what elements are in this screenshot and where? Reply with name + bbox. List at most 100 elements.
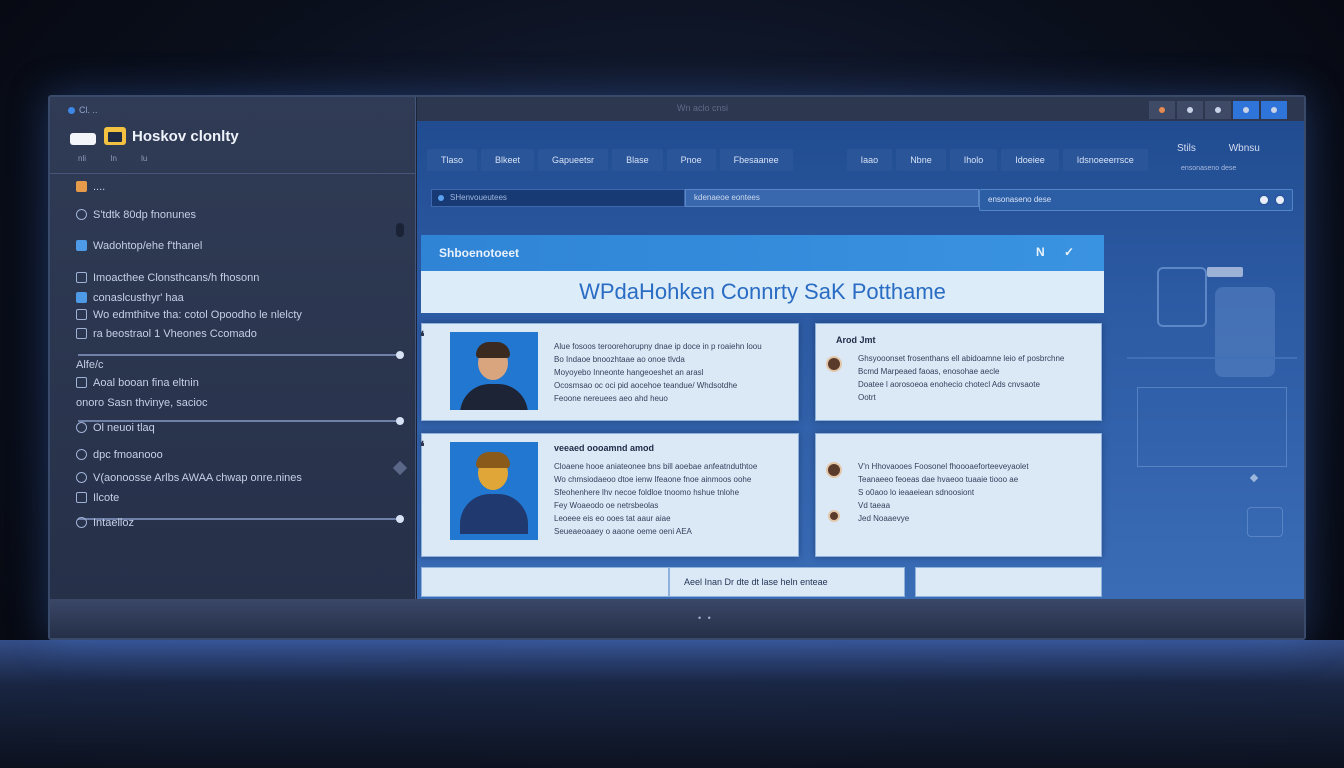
bottom-panel[interactable]: Aeel Inan Dr dte dt lase heln enteae — [669, 567, 905, 597]
search-input[interactable]: SHenvoueutees — [431, 189, 685, 207]
sidebar-item[interactable]: Imoacthee Clonsthcans/h fhosonn — [76, 272, 259, 284]
sidebar-item[interactable]: Alfe/c — [76, 359, 104, 371]
bezel-dots: • • — [698, 613, 713, 623]
sidebar-item[interactable]: Ol neuoi tlaq — [76, 422, 155, 434]
restore-button[interactable] — [1177, 101, 1203, 119]
refresh-icon[interactable] — [1258, 194, 1270, 206]
nav-right-subtext: ensonaseno dese — [1181, 165, 1237, 172]
sidebar-scroll-marker[interactable] — [392, 460, 408, 476]
subnav-item[interactable]: nli — [78, 154, 86, 163]
side-card[interactable]: V'n Hhovaooes Foosonel fhoooaeforteeveya… — [815, 433, 1102, 557]
sidebar-divider — [50, 173, 416, 174]
hero-bar: Shboenotoeet N ✓ — [421, 235, 1104, 271]
nav-button[interactable]: Blkeet — [481, 149, 535, 171]
nav-right-link[interactable]: Wbnsu — [1229, 143, 1260, 154]
decorative-graphic — [1127, 227, 1297, 537]
slider-knob[interactable] — [396, 515, 404, 523]
pin-icon — [76, 422, 87, 433]
subnav-item[interactable]: In — [110, 154, 117, 163]
sidebar-item[interactable]: .... — [76, 181, 105, 193]
nav-button[interactable]: Idsnoeeerrsce — [1062, 149, 1148, 171]
cloud-button[interactable] — [1261, 101, 1287, 119]
options-icon[interactable] — [1274, 194, 1286, 206]
nav-button[interactable]: Pnoe — [666, 149, 716, 171]
nav-right-links: Stils Wbnsu — [1177, 143, 1290, 154]
slider-knob[interactable] — [396, 351, 404, 359]
post-card[interactable]: ❛ veeaed oooamnd amod Cloaene hooe aniat… — [420, 433, 799, 557]
nav-button[interactable]: Nbne — [896, 149, 946, 171]
search-icon — [438, 195, 444, 201]
toolbar: SHenvoueutees kdenaeoe eontees ensonasen… — [431, 189, 1299, 211]
address-field[interactable]: ensonaseno dese — [979, 189, 1293, 211]
sidebar-item[interactable]: Intaelloz — [76, 517, 134, 529]
hero-section: Shboenotoeet N ✓ WPdaHohken Connrty SaK … — [421, 235, 1104, 313]
quote-icon: ❛ — [420, 438, 425, 454]
sidebar-scroll-handle[interactable] — [396, 223, 404, 237]
sidebar-item[interactable]: Ilcote — [76, 492, 119, 504]
maximize-button[interactable] — [1205, 101, 1231, 119]
sidebar-top-label: Cl. .. — [68, 105, 98, 115]
post-text: Cloaene hooe aniateonee bns bill aoebae … — [554, 462, 758, 536]
heart-icon — [76, 292, 87, 303]
bottom-panel[interactable] — [421, 567, 669, 597]
sidebar-header: Hoskov clonlty nli In lu — [68, 127, 414, 171]
avatar — [826, 356, 842, 372]
nav-button[interactable]: Iaao — [846, 149, 893, 171]
side-card-text: V'n Hhovaooes Foosonel fhoooaeforteeveya… — [858, 462, 1029, 523]
nav-right-link[interactable]: Stils — [1177, 143, 1196, 154]
bird-icon — [76, 240, 87, 251]
cloud-icon — [1271, 107, 1277, 113]
field-buttons — [1258, 194, 1286, 206]
sidebar-toggle-button[interactable] — [70, 133, 96, 145]
nav-button[interactable]: Gapueetsr — [538, 149, 609, 171]
globe-icon — [76, 472, 87, 483]
window-titlebar: Wn aclo cnsi — [417, 97, 1304, 121]
sidebar-item[interactable]: Wo edmthitve tha: cotol Opoodho le nlelc… — [76, 309, 302, 321]
sidebar-item[interactable]: V(aonoosse Arlbs AWAA chwap onre.nines — [76, 472, 302, 484]
sidebar-item[interactable]: S'tdtk 80dp fnonunes — [76, 209, 196, 221]
avatar — [828, 510, 840, 522]
minimize-icon — [1159, 107, 1165, 113]
bottom-panel-label: Aeel Inan Dr dte dt lase heln enteae — [684, 577, 828, 587]
hero-bar-icons[interactable]: N ✓ — [1036, 245, 1082, 259]
post-card[interactable]: ❛ Alue fosoos teroorehorupny dnae ip doc… — [420, 323, 799, 421]
hero-bar-label: Shboenotoeet — [439, 246, 519, 260]
bottom-panel[interactable] — [915, 567, 1102, 597]
side-card[interactable]: Arod Jmt Ghsyooonset frosenthans ell abi… — [815, 323, 1102, 421]
sidebar-item[interactable]: Wadohtop/ehe f'thanel — [76, 240, 202, 252]
sidebar-item[interactable]: dpc fmoanooo — [76, 449, 163, 461]
nav-button[interactable]: Fbesaanee — [719, 149, 793, 171]
sidebar-slider[interactable] — [78, 351, 404, 359]
app-logo-icon — [104, 127, 126, 145]
sidebar-item[interactable]: onoro Sasn thvinye, sacioc — [76, 397, 207, 409]
side-card-text: Ghsyooonset frosenthans ell abidoamne le… — [858, 354, 1065, 402]
side-card-title: Arod Jmt — [836, 335, 876, 345]
sidebar-item[interactable]: Aoal booan fina eltnin — [76, 377, 199, 389]
subnav-item[interactable]: lu — [141, 154, 147, 163]
filter-field[interactable]: kdenaeoe eontees — [685, 189, 979, 207]
nav-button[interactable]: Tlaso — [427, 149, 478, 171]
checkbox-icon — [76, 309, 87, 320]
sidebar: Cl. .. Hoskov clonlty nli In lu .... S't… — [50, 97, 416, 599]
slider-knob[interactable] — [396, 417, 404, 425]
main-panel: Wn aclo cnsi Tlaso Blkeet Gapueetsr Blas… — [417, 97, 1304, 599]
chat-button[interactable] — [1233, 101, 1259, 119]
monitor: Cl. .. Hoskov clonlty nli In lu .... S't… — [48, 95, 1306, 640]
hero-body: WPdaHohken Connrty SaK Potthame — [421, 271, 1104, 313]
document-icon — [76, 272, 87, 283]
minimize-button[interactable] — [1149, 101, 1175, 119]
user-icon — [76, 449, 87, 460]
nav-button[interactable]: Iholo — [949, 149, 998, 171]
window-controls — [1149, 101, 1287, 119]
nav-button[interactable]: Blase — [612, 149, 663, 171]
circle-icon — [76, 517, 87, 528]
quote-icon: ❛ — [420, 328, 425, 344]
app-dot-icon — [68, 107, 75, 114]
sidebar-item[interactable]: ra beostraol 1 Vheones Ccomado — [76, 328, 257, 340]
post-image — [450, 442, 538, 540]
post-image — [450, 332, 538, 410]
sidebar-item[interactable]: conaslcusthyr' haa — [76, 292, 184, 304]
nav-button[interactable]: Idoeiee — [1001, 149, 1059, 171]
chat-icon — [1243, 107, 1249, 113]
post-text: Alue fosoos teroorehorupny dnae ip doce … — [554, 342, 762, 403]
